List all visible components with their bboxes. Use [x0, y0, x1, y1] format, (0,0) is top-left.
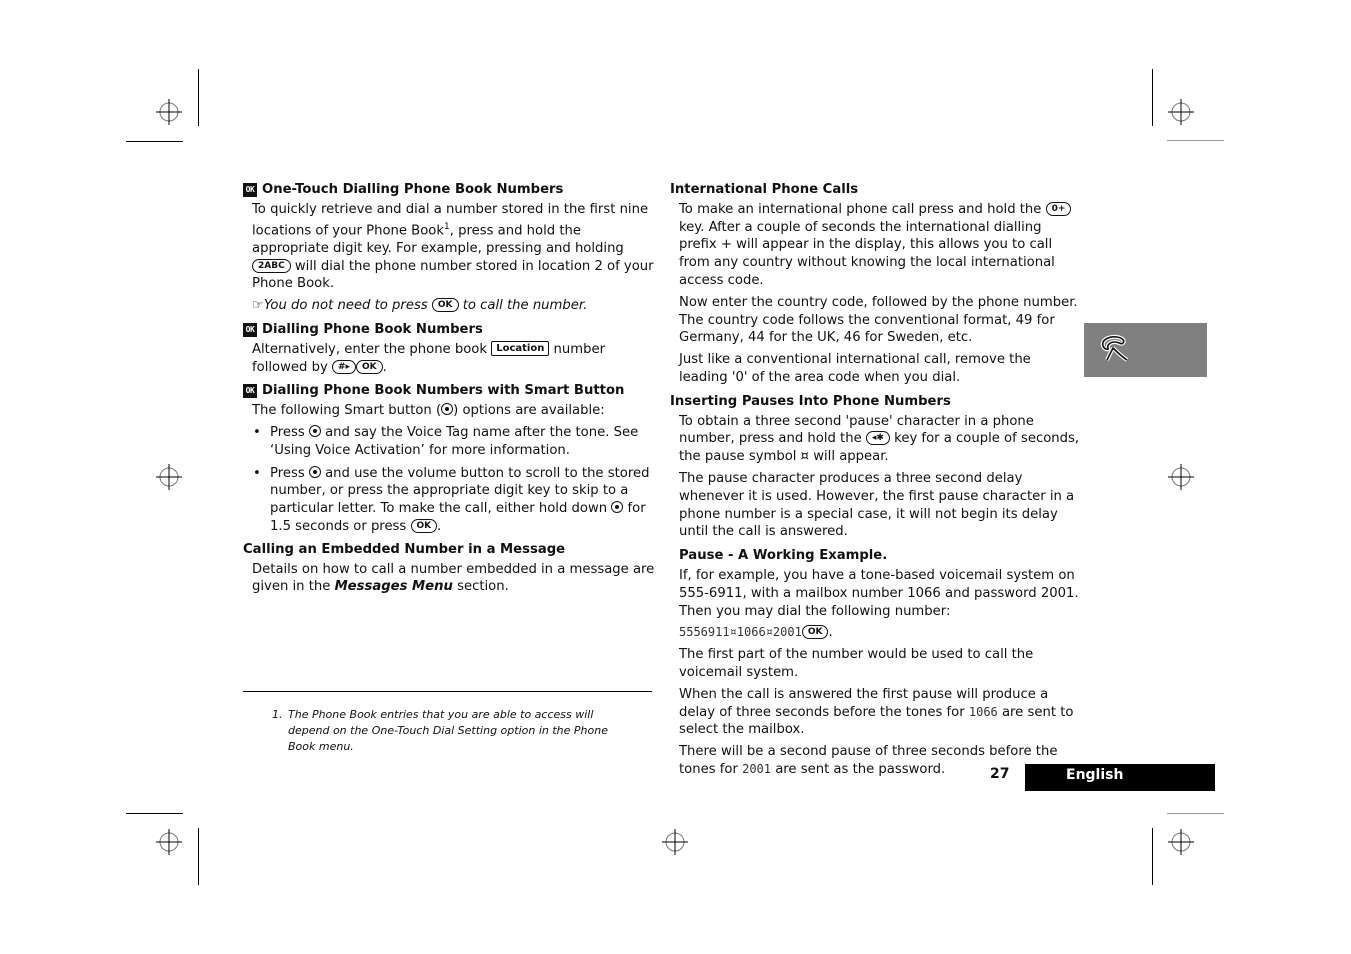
paragraph: To quickly retrieve and dial a number st…: [252, 201, 654, 292]
smart-button-icon: [611, 501, 624, 514]
key-2-icon: 2ABC: [252, 258, 291, 273]
paragraph: Details on how to call a number embedded…: [252, 561, 655, 595]
ok-icon: OK: [243, 182, 257, 197]
chapter-tab[interactable]: [1084, 323, 1207, 377]
crop-mark: [1152, 69, 1153, 126]
ok-icon: OK: [243, 322, 257, 337]
smart-button-icon: [308, 424, 321, 437]
ok-key-icon: OK: [801, 625, 829, 640]
paragraph: Just like a conventional international c…: [679, 352, 1031, 385]
paragraph: When the call is answered the first paus…: [679, 686, 1074, 738]
crop-mark: [198, 828, 199, 885]
smart-button-icon: [441, 403, 454, 416]
right-column: International Phone Calls To make an int…: [670, 181, 1082, 783]
language-label: English: [1066, 767, 1124, 783]
crop-mark: [1167, 813, 1224, 814]
footnote: 1. The Phone Book entries that you are a…: [272, 708, 608, 753]
note: ☞You do not need to press OK to call the…: [252, 298, 588, 314]
section-heading: Inserting Pauses Into Phone Numbers: [670, 393, 951, 409]
ok-key-icon: OK: [410, 518, 438, 533]
ok-key-icon: OK: [356, 359, 383, 374]
paragraph: To make an international phone call pres…: [679, 201, 1082, 290]
registration-mark-icon: [156, 464, 182, 490]
subsection-heading: Pause - A Working Example.: [679, 548, 888, 564]
bullet-list: Press and say the Voice Tag name after t…: [252, 424, 655, 536]
crop-mark: [126, 141, 183, 142]
list-item: Press and say the Voice Tag name after t…: [252, 424, 655, 460]
language-bar: English: [1025, 764, 1215, 791]
star-key-icon: ◂✱: [865, 431, 890, 446]
registration-mark-icon: [156, 99, 182, 125]
paragraph: Alternatively, enter the phone book Loca…: [252, 341, 606, 375]
registration-mark-icon: [1168, 829, 1194, 855]
pointing-hand-icon: ☞: [252, 298, 264, 314]
ok-icon: OK: [243, 384, 257, 399]
paragraph: Now enter the country code, followed by …: [679, 294, 1078, 346]
dial-sequence: 5556911¤1066¤2001 OK.: [679, 625, 833, 641]
list-item: Press and use the volume button to scrol…: [252, 465, 655, 536]
section-heading: Calling an Embedded Number in a Message: [243, 541, 566, 557]
section-heading: OK One-Touch Dialling Phone Book Numbers: [243, 181, 655, 199]
paragraph: The first part of the number would be us…: [679, 647, 1034, 680]
paragraph: To obtain a three second 'pause' charact…: [679, 413, 1080, 465]
paragraph: The following Smart button () options ar…: [252, 403, 605, 419]
zero-key-icon: 0+: [1045, 201, 1072, 216]
smart-button-icon: [308, 465, 321, 478]
paragraph: The pause character produces a three sec…: [679, 470, 1075, 540]
messages-menu-reference: Messages Menu: [334, 579, 453, 595]
section-heading: International Phone Calls: [670, 182, 859, 197]
page-number: 27: [990, 766, 1010, 782]
registration-mark-icon: [1168, 464, 1194, 490]
hash-key-icon: #▸: [331, 359, 356, 374]
left-column: OK One-Touch Dialling Phone Book Numbers…: [243, 181, 655, 600]
phone-handset-icon: [1100, 334, 1129, 362]
footnote-divider: [243, 691, 652, 692]
crop-mark: [198, 69, 199, 126]
registration-mark-icon: [156, 829, 182, 855]
ok-key-icon: OK: [431, 298, 459, 313]
section-heading: OK Dialling Phone Book Numbers with Smar…: [243, 382, 655, 400]
crop-mark: [1167, 140, 1224, 141]
registration-mark-icon: [1168, 99, 1194, 125]
paragraph: If, for example, you have a tone-based v…: [679, 567, 1079, 619]
crop-mark: [126, 813, 183, 814]
crop-mark: [1152, 828, 1153, 885]
registration-mark-icon: [662, 829, 688, 855]
section-heading: OK Dialling Phone Book Numbers: [243, 321, 655, 339]
paragraph: There will be a second pause of three se…: [679, 744, 1058, 777]
location-key-icon: Location: [491, 341, 550, 357]
